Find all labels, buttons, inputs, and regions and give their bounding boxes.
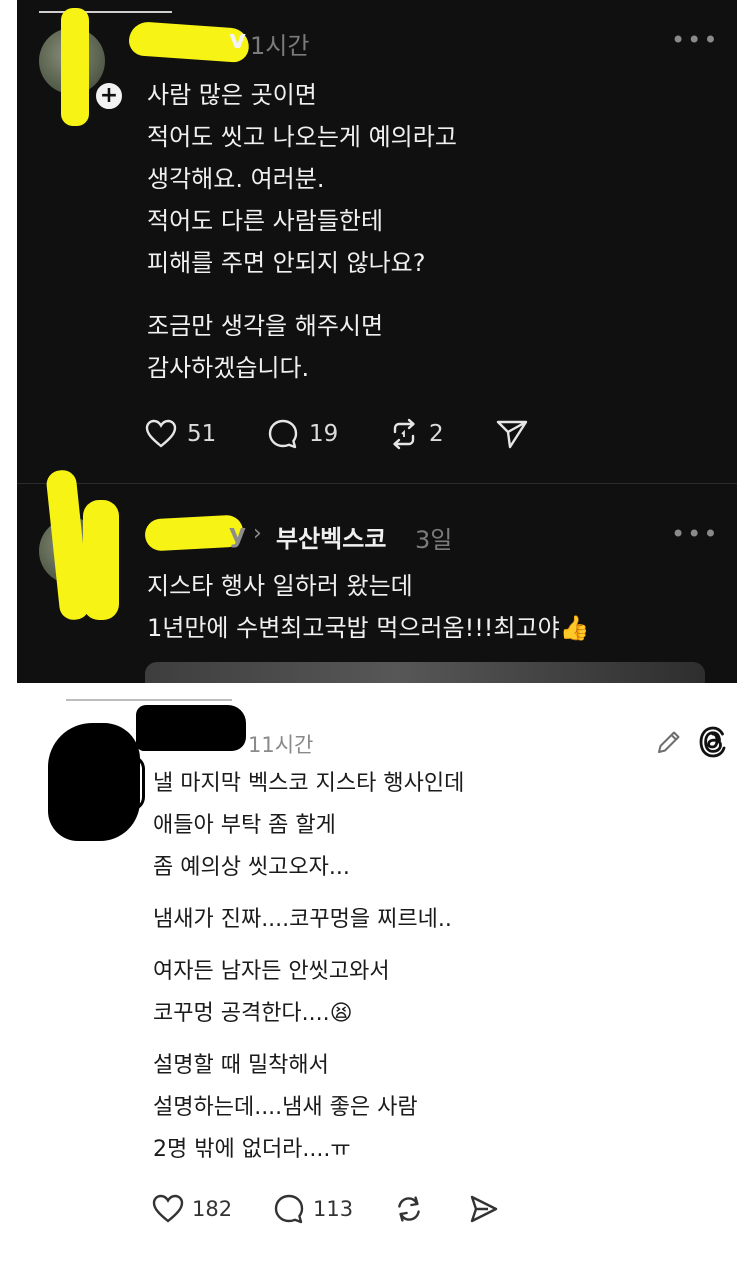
share-icon (470, 1195, 498, 1223)
like-button[interactable]: 182 (152, 1193, 232, 1225)
pencil-icon (658, 731, 680, 753)
comment-icon (268, 419, 298, 449)
post-time: 1시간 (250, 32, 310, 60)
share-icon (496, 420, 528, 449)
share-button[interactable] (468, 1193, 500, 1229)
community-name[interactable]: 부산벡스코 (276, 519, 386, 554)
repost-button[interactable]: 2 (387, 418, 444, 450)
comment-icon (274, 1194, 304, 1224)
heart-icon (152, 1194, 184, 1223)
comment-button[interactable]: 113 (273, 1193, 353, 1225)
threads-logo-icon (699, 726, 726, 758)
more-options-button[interactable]: ••• (671, 520, 719, 548)
repost-icon (398, 1196, 420, 1222)
username[interactable]: y (229, 519, 246, 549)
top-divider (39, 11, 172, 13)
comment-count: 19 (309, 421, 339, 447)
heart-icon (145, 419, 177, 448)
plus-icon[interactable]: + (93, 80, 125, 112)
post-body: 지스타 행사 일하러 왔는데 1년만에 수변최고국밥 먹으러옴!!!최고야👍 (147, 572, 590, 642)
post-divider (17, 483, 737, 484)
repost-icon (393, 418, 415, 450)
post-paragraph: 낼 마지막 벡스코 지스타 행사인데 애들아 부탁 좀 할게 좀 예의상 씻고오… (153, 771, 465, 880)
redaction-mark (48, 723, 140, 841)
dark-screenshot: + v 1시간 ••• 사람 많은 곳이면 적어도 씻고 나오는게 예의라고 생… (17, 0, 737, 683)
light-screenshot: 11시간 낼 마지막 벡스코 지스타 행사인데 애들아 부탁 좀 할게 좀 예의… (0, 683, 744, 1275)
post-paragraph: 냄새가 진짜....코꾸멍을 찌르네.. (153, 907, 452, 932)
top-divider (66, 699, 232, 701)
redaction-mark (61, 8, 89, 126)
redaction-mark (83, 500, 119, 620)
post-body-2: 조금만 생각을 해주시면 감사하겠습니다. (147, 312, 384, 382)
post-paragraph: 여자든 남자든 안씻고와서 코꾸멍 공격한다....😫 (153, 959, 390, 1026)
edit-button[interactable] (654, 727, 684, 761)
post-paragraph: 설명할 때 밀착해서 설명하는데....냄새 좋은 사람 2명 밖에 없더라..… (153, 1053, 418, 1162)
redaction-mark (136, 705, 246, 751)
post-time: 11시간 (248, 733, 314, 757)
more-options-button[interactable]: ••• (671, 26, 719, 54)
avatar-outline (128, 755, 145, 811)
post-body: 사람 많은 곳이면 적어도 씻고 나오는게 예의라고 생각해요. 여러분. 적어… (147, 81, 457, 277)
like-count: 51 (187, 421, 217, 447)
comment-count: 113 (313, 1197, 354, 1221)
like-button[interactable]: 51 (145, 418, 216, 450)
repost-button[interactable] (393, 1193, 425, 1229)
post-time: 3일 (415, 526, 453, 554)
like-count: 182 (192, 1197, 233, 1221)
username[interactable]: v (229, 25, 246, 55)
post-image[interactable] (145, 662, 705, 683)
threads-logo[interactable] (698, 726, 728, 762)
repost-count: 2 (429, 421, 444, 447)
comment-button[interactable]: 19 (267, 418, 338, 450)
chevron-right-icon: › (253, 521, 262, 546)
share-button[interactable] (495, 418, 529, 454)
